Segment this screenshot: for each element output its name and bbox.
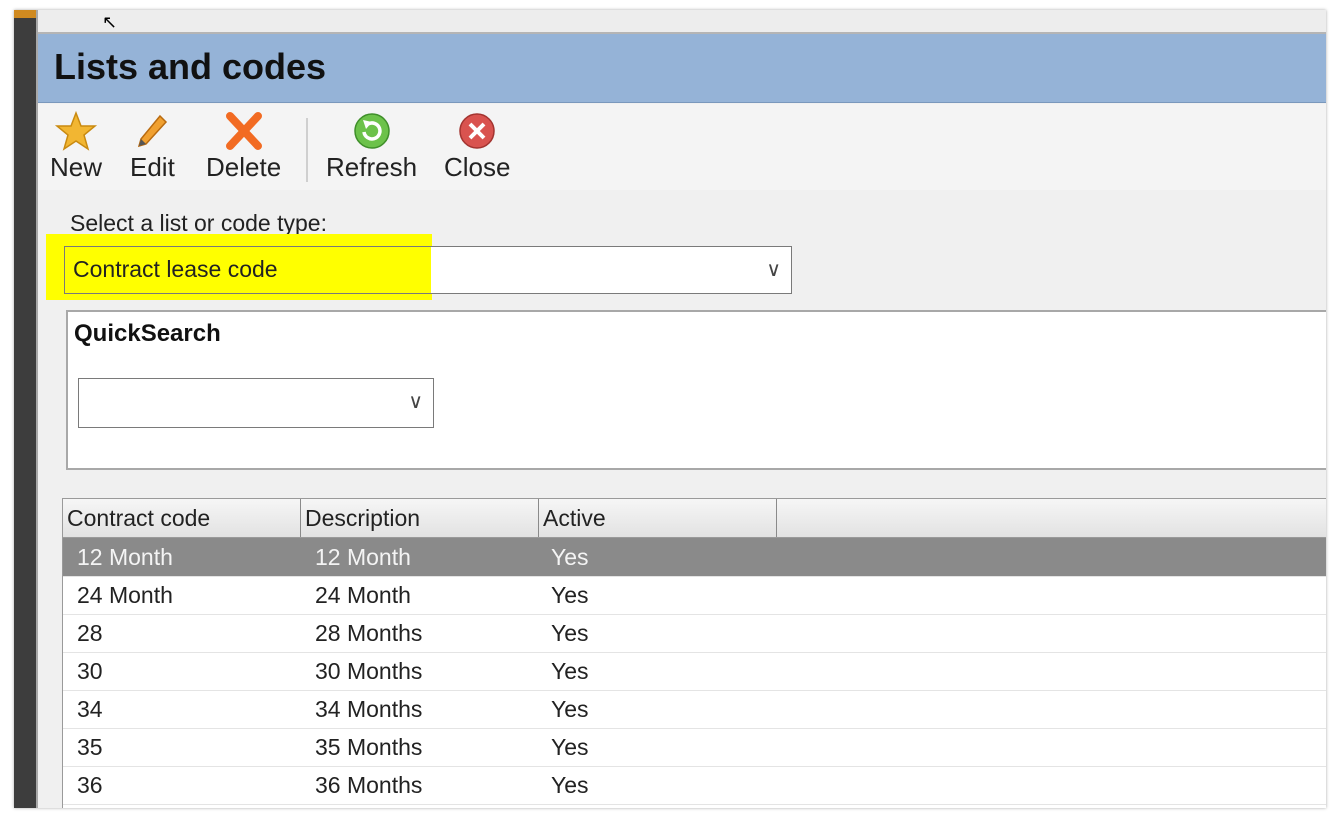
left-strip-accent (14, 10, 36, 18)
close-icon (459, 113, 495, 149)
pencil-icon (138, 114, 168, 148)
edit-button-label: Edit (130, 152, 175, 182)
refresh-button[interactable]: Refresh (326, 110, 417, 183)
delete-button-label: Delete (206, 152, 282, 182)
cell-contract-code: 35 (77, 734, 103, 760)
title-bar: Lists and codes (38, 34, 1326, 103)
quicksearch-panel: QuickSearch ∨ (66, 310, 1326, 470)
lists-and-codes-window: ↖ Lists and codes New Edit Delete Refres… (36, 10, 1326, 808)
delete-x-icon (225, 112, 262, 150)
top-menu-bar: ↖ (38, 10, 1326, 34)
page-title: Lists and codes (54, 46, 327, 87)
select-background (431, 247, 791, 293)
close-button[interactable]: Close (444, 110, 510, 183)
table-row[interactable]: 24 Month 24 Month Yes (63, 576, 1326, 615)
cell-description: 30 Months (315, 658, 423, 684)
table-row[interactable]: 34 34 Months Yes (63, 690, 1326, 729)
list-type-label: Select a list or code type: (70, 210, 327, 236)
toolbar-separator (306, 118, 308, 182)
column-header-contract-code[interactable]: Contract code (63, 499, 301, 537)
quicksearch-select[interactable]: ∨ (78, 378, 434, 428)
cell-active: Yes (551, 734, 589, 760)
toolbar: New Edit Delete Refresh Close (38, 104, 1326, 190)
cell-active: Yes (551, 772, 589, 798)
cell-contract-code: 28 (77, 620, 103, 646)
grid-header: Contract code Description Active (63, 499, 1326, 538)
table-row[interactable]: 12 Month 12 Month Yes (63, 538, 1326, 577)
codes-grid: Contract code Description Active 12 Mont… (62, 498, 1326, 808)
cell-description: 34 Months (315, 696, 423, 722)
column-header-description[interactable]: Description (301, 499, 539, 537)
column-header-active[interactable]: Active (539, 499, 777, 537)
refresh-button-label: Refresh (326, 152, 418, 182)
edit-button[interactable]: Edit (130, 110, 175, 183)
cell-description: 28 Months (315, 620, 423, 646)
left-app-strip (14, 10, 36, 808)
cell-description: 36 Months (315, 772, 423, 798)
chevron-down-icon[interactable]: ∨ (766, 257, 781, 281)
cell-description: 35 Months (315, 734, 423, 760)
chevron-down-icon[interactable]: ∨ (408, 389, 423, 413)
table-row[interactable]: 30 30 Months Yes (63, 652, 1326, 691)
mouse-cursor-icon: ↖ (102, 12, 118, 33)
cell-active: Yes (551, 544, 589, 570)
cell-active: Yes (551, 582, 589, 608)
cell-contract-code: 34 (77, 696, 103, 722)
new-button-label: New (50, 152, 103, 182)
close-button-label: Close (444, 152, 511, 182)
table-row[interactable]: 28 28 Months Yes (63, 614, 1326, 653)
delete-button[interactable]: Delete (206, 110, 281, 183)
cell-contract-code: 30 (77, 658, 103, 684)
star-icon (54, 110, 98, 151)
list-type-select[interactable]: Contract lease code ∨ (64, 246, 792, 294)
quicksearch-title: QuickSearch (74, 320, 221, 347)
cell-contract-code: 24 Month (77, 582, 173, 608)
refresh-icon (353, 113, 390, 149)
list-type-value: Contract lease code (73, 256, 278, 282)
cell-active: Yes (551, 620, 589, 646)
table-row[interactable]: 36 36 Months Yes (63, 766, 1326, 805)
cell-description: 12 Month (315, 544, 411, 570)
table-row[interactable]: 35 35 Months Yes (63, 728, 1326, 767)
cell-contract-code: 12 Month (77, 544, 173, 570)
new-button[interactable]: New (50, 110, 102, 183)
cell-active: Yes (551, 658, 589, 684)
cell-description: 24 Month (315, 582, 411, 608)
cell-active: Yes (551, 696, 589, 722)
cell-contract-code: 36 (77, 772, 103, 798)
screenshot-frame: ↖ Lists and codes New Edit Delete Refres… (14, 10, 1326, 808)
